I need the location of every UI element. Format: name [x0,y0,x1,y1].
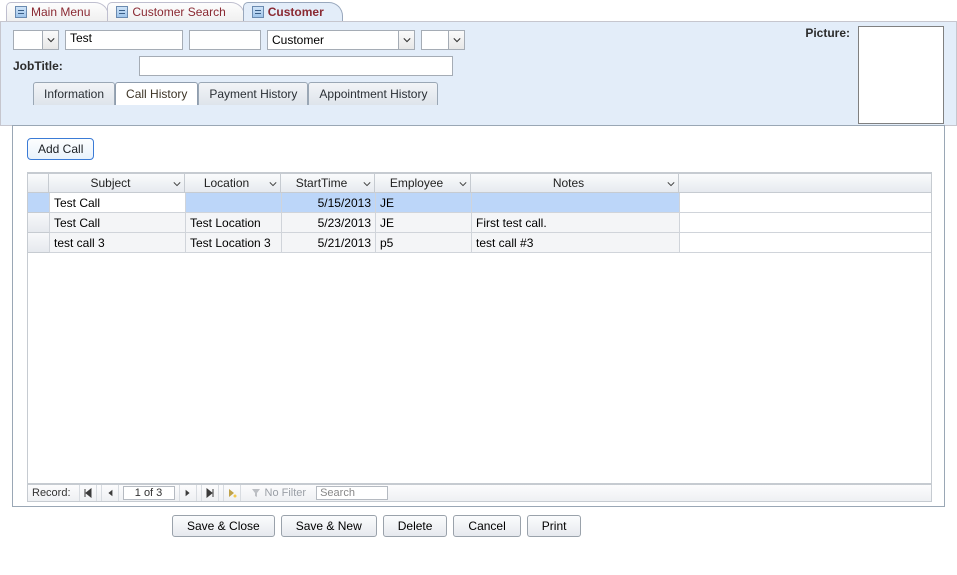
call-grid: Subject Location StartTime Employee Note… [27,172,932,484]
cell-notes[interactable]: First test call. [472,213,680,233]
nav-new-button[interactable] [223,485,241,501]
cell-location[interactable] [186,193,282,213]
grid-body: Test Call 5/15/2013 JE Test Call Test Lo… [27,193,932,484]
row-selector[interactable] [28,193,50,213]
cell-notes[interactable] [472,193,680,213]
tab-call-history[interactable]: Call History [115,82,198,105]
chevron-down-icon [667,180,675,188]
cell-subject[interactable]: test call 3 [50,233,186,253]
datasheet-icon [252,6,264,18]
cell-employee[interactable]: JE [376,213,472,233]
col-location[interactable]: Location [185,173,281,193]
grid-header: Subject Location StartTime Employee Note… [27,173,932,193]
cell-employee[interactable]: p5 [376,233,472,253]
cell-subject[interactable]: Test Call [50,193,186,213]
call-history-panel: Add Call Subject Location StartTime Empl… [12,125,945,507]
record-label: Record: [28,487,75,499]
cancel-button[interactable]: Cancel [453,515,520,537]
save-close-button[interactable]: Save & Close [172,515,275,537]
table-row[interactable]: Test Call Test Location 5/23/2013 JE Fir… [28,213,931,233]
job-title-label: JobTitle: [13,59,69,73]
delete-button[interactable]: Delete [383,515,448,537]
tab-label: Main Menu [31,5,90,19]
print-button[interactable]: Print [527,515,582,537]
record-navigator: Record: 1 of 3 No Filter Search [27,484,932,502]
tab-appointment-history[interactable]: Appointment History [308,82,438,105]
form-header: Test Customer JobTitle: Picture: Informa… [0,22,957,126]
chevron-down-icon [459,180,467,188]
cell-blank [680,193,931,213]
record-search-input[interactable]: Search [316,486,388,500]
form-footer-buttons: Save & Close Save & New Delete Cancel Pr… [0,507,957,537]
chevron-down-icon [269,180,277,188]
nav-next-button[interactable] [179,485,197,501]
nav-prev-button[interactable] [101,485,119,501]
middle-name-field[interactable] [189,30,261,50]
table-row[interactable]: test call 3 Test Location 3 5/21/2013 p5… [28,233,931,253]
col-subject[interactable]: Subject [49,173,185,193]
suffix-combo[interactable] [421,30,465,50]
last-name-combo[interactable]: Customer [267,30,415,50]
nav-first-button[interactable] [79,485,97,501]
no-filter-label: No Filter [265,487,307,499]
chevron-down-icon [42,31,58,49]
tab-customer[interactable]: Customer [243,2,343,21]
chevron-down-icon [448,31,464,49]
cell-employee[interactable]: JE [376,193,472,213]
chevron-down-icon [173,180,181,188]
tab-label: Customer Search [132,5,225,19]
table-row[interactable]: Test Call 5/15/2013 JE [28,193,931,213]
funnel-icon [251,488,261,498]
col-employee[interactable]: Employee [375,173,471,193]
col-blank [679,173,932,193]
document-tabs: Main Menu Customer Search Customer [0,0,957,22]
row-selector[interactable] [28,213,50,233]
tab-customer-search[interactable]: Customer Search [107,2,244,21]
first-name-field[interactable]: Test [65,30,183,50]
title-combo[interactable] [13,30,59,50]
add-call-button[interactable]: Add Call [27,138,94,160]
record-position[interactable]: 1 of 3 [123,486,175,500]
col-starttime[interactable]: StartTime [281,173,375,193]
picture-box[interactable] [858,26,944,124]
tab-payment-history[interactable]: Payment History [198,82,308,105]
cell-location[interactable]: Test Location [186,213,282,233]
cell-notes[interactable]: test call #3 [472,233,680,253]
job-title-field[interactable] [139,56,453,76]
tab-information[interactable]: Information [33,82,115,105]
datasheet-icon [116,6,128,18]
cell-starttime[interactable]: 5/21/2013 [282,233,376,253]
last-name-value: Customer [268,33,398,47]
cell-blank [680,233,931,253]
cell-starttime[interactable]: 5/23/2013 [282,213,376,233]
filter-indicator[interactable]: No Filter [245,487,313,499]
chevron-down-icon [363,180,371,188]
picture-label: Picture: [805,26,850,40]
cell-starttime[interactable]: 5/15/2013 [282,193,376,213]
cell-location[interactable]: Test Location 3 [186,233,282,253]
datasheet-icon [15,6,27,18]
chevron-down-icon [398,31,414,49]
col-notes[interactable]: Notes [471,173,679,193]
tab-label: Customer [268,5,324,19]
row-selector-header[interactable] [27,173,49,193]
tab-main-menu[interactable]: Main Menu [6,2,109,21]
row-selector[interactable] [28,233,50,253]
save-new-button[interactable]: Save & New [281,515,377,537]
cell-subject[interactable]: Test Call [50,213,186,233]
cell-blank [680,213,931,233]
nav-last-button[interactable] [201,485,219,501]
